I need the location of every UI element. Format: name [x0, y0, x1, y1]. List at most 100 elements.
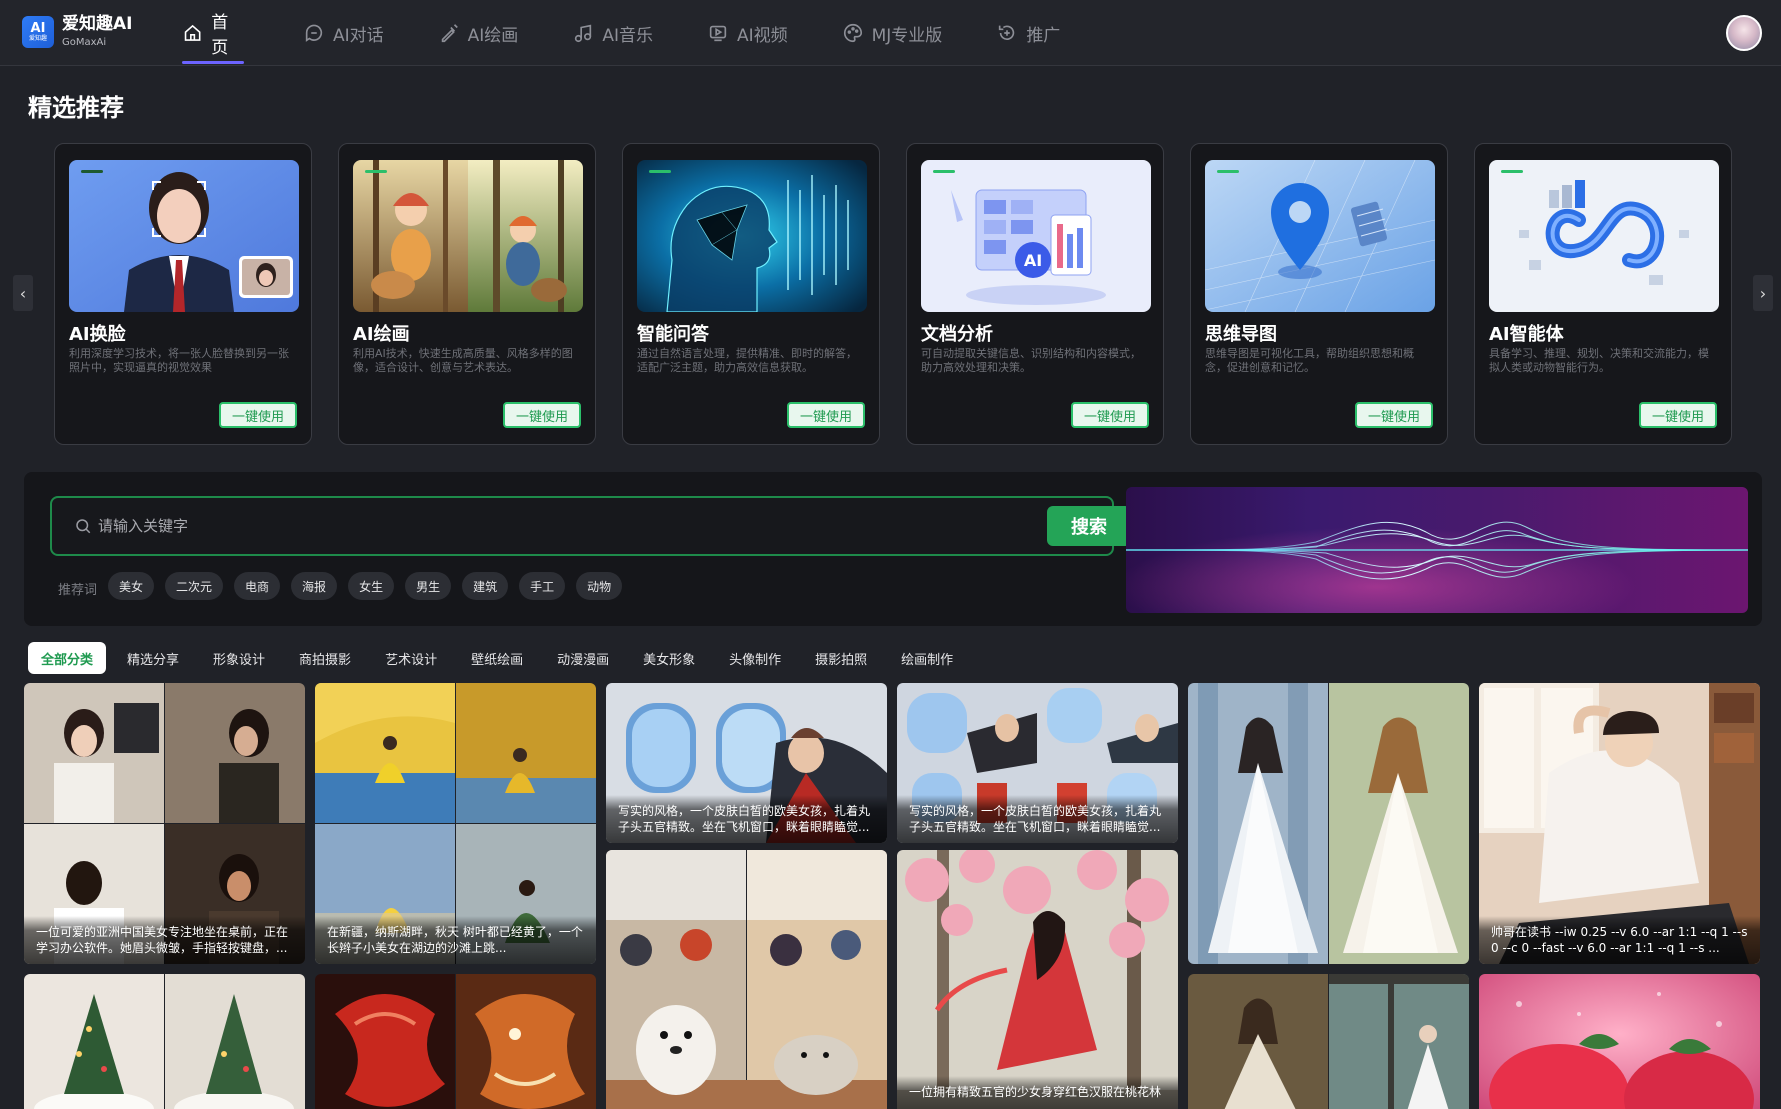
chat-icon: [305, 24, 323, 42]
search-input[interactable]: [98, 512, 998, 540]
music-icon: [575, 24, 592, 43]
feature-card-ai-agent[interactable]: AI智能体 具备学习、推理、规划、决策和交流能力，模拟人类或动物智能行为。 一键…: [1474, 143, 1732, 445]
logo-badge-text: AI: [30, 21, 46, 36]
gallery-item[interactable]: 一位可爱的亚洲中国美女专注地坐在桌前，正在学习办公软件。她眉头微皱，手指轻按键盘…: [24, 683, 305, 964]
hot-tag[interactable]: 建筑: [462, 572, 509, 600]
carousel-prev-button[interactable]: ‹: [13, 275, 33, 311]
category-tab[interactable]: 美女形象: [630, 642, 708, 674]
logo-badge-subtext: 爱知趣: [28, 35, 47, 42]
user-avatar[interactable]: [1726, 15, 1762, 51]
hot-word-tags: 美女 二次元 电商 海报 女生 男生 建筑 手工 动物: [108, 572, 633, 600]
hot-tag[interactable]: 电商: [234, 572, 281, 600]
nav-label: 推广: [1026, 25, 1061, 46]
card-description: 具备学习、推理、规划、决策和交流能力，模拟人类或动物智能行为。: [1489, 347, 1709, 374]
gallery-item[interactable]: [1188, 974, 1469, 1109]
card-tag-mark: [649, 170, 671, 173]
category-tab[interactable]: 摄影拍照: [802, 642, 880, 674]
nav-home[interactable]: 首页: [182, 0, 244, 66]
logo[interactable]: AI 爱知趣 爱知趣AI GoMaxAi: [22, 14, 132, 50]
nav-mj-pro[interactable]: MJ专业版: [842, 0, 943, 66]
carousel-next-button[interactable]: ›: [1753, 275, 1773, 311]
card-tag-mark: [1501, 170, 1523, 173]
card-use-button[interactable]: 一键使用: [1639, 402, 1717, 428]
gallery-item[interactable]: [606, 850, 887, 1109]
feature-card-ai-paint[interactable]: AI绘画 利用AI技术，快速生成高质量、风格多样的图像，适合设计、创意与艺术表达…: [338, 143, 596, 445]
category-tab[interactable]: 头像制作: [716, 642, 794, 674]
card-tag-mark: [1217, 170, 1239, 173]
gallery-item[interactable]: 写实的风格，一个皮肤白皙的欧美女孩，扎着丸子头五官精致。坐在飞机窗口，眯着眼睛瞌…: [897, 683, 1178, 843]
card-image: [1205, 160, 1435, 312]
card-use-button[interactable]: 一键使用: [1355, 402, 1433, 428]
feature-card-mind-map[interactable]: 思维导图 思维导图是可视化工具，帮助组织思想和概念，促进创意和记忆。 一键使用: [1190, 143, 1448, 445]
feature-card-face-swap[interactable]: AI换脸 利用深度学习技术，将一张人脸替换到另一张照片中，实现逼真的视觉效果 一…: [54, 143, 312, 445]
feature-card-doc-analysis[interactable]: AI 文档分析 可自动提取关键信息、识别结构和内容模式，助力高效处理和决策。 一…: [906, 143, 1164, 445]
hot-tag[interactable]: 女生: [348, 572, 395, 600]
card-description: 利用深度学习技术，将一张人脸替换到另一张照片中，实现逼真的视觉效果: [69, 347, 289, 374]
nav-label: MJ专业版: [871, 25, 943, 46]
sound-wave-banner: [1126, 487, 1748, 613]
gallery-item[interactable]: [24, 974, 305, 1109]
promote-icon: [999, 25, 1015, 41]
category-tab[interactable]: 动漫漫画: [544, 642, 622, 674]
card-description: 思维导图是可视化工具，帮助组织思想和概念，促进创意和记忆。: [1205, 347, 1414, 374]
hot-tag[interactable]: 男生: [405, 572, 452, 600]
nav-ai-video[interactable]: AI视频: [707, 0, 788, 66]
nav-ai-paint[interactable]: AI绘画: [438, 0, 518, 66]
card-use-button[interactable]: 一键使用: [1071, 402, 1149, 428]
gallery-caption: 一位拥有精致五官的少女身穿红色汉服在桃花林: [897, 1076, 1178, 1109]
home-icon: [184, 24, 201, 41]
category-tabs: 全部分类 精选分享 形象设计 商拍摄影 艺术设计 壁纸绘画 动漫漫画 美女形象 …: [28, 642, 974, 674]
card-description: 通过自然语言处理，提供精准、即时的解答，适配广泛主题，助力高效信息获取。: [637, 347, 857, 374]
category-tab[interactable]: 精选分享: [114, 642, 192, 674]
card-description: 利用AI技术，快速生成高质量、风格多样的图像，适合设计、创意与艺术表达。: [353, 347, 573, 374]
card-use-button[interactable]: 一键使用: [787, 402, 865, 428]
card-image: [637, 160, 867, 312]
hot-tag[interactable]: 手工: [519, 572, 566, 600]
category-tab[interactable]: 艺术设计: [372, 642, 450, 674]
card-title: 文档分析: [921, 324, 993, 345]
main-nav: 首页 AI对话 AI绘画 AI音乐 AI视频 MJ专业版 推广: [182, 0, 1060, 66]
card-use-button[interactable]: 一键使用: [219, 402, 297, 428]
brand-subtitle: GoMaxAi: [62, 37, 107, 48]
card-image: [1489, 160, 1719, 312]
search-box: 搜索: [50, 496, 1131, 556]
image-gallery: 一位可爱的亚洲中国美女专注地坐在桌前，正在学习办公软件。她眉头微皱，手指轻按键盘…: [24, 683, 1762, 1109]
card-tag-mark: [81, 170, 103, 173]
nav-label: AI视频: [736, 25, 788, 46]
nav-label: AI对话: [333, 25, 384, 46]
category-tab[interactable]: 壁纸绘画: [458, 642, 536, 674]
gallery-item[interactable]: [1479, 974, 1760, 1109]
gallery-item[interactable]: [315, 974, 596, 1109]
card-title: AI绘画: [353, 324, 410, 345]
card-title: AI智能体: [1489, 324, 1564, 345]
card-title: 思维导图: [1205, 324, 1277, 345]
hot-tag[interactable]: 动物: [576, 572, 623, 600]
chevron-right-icon: ›: [1759, 283, 1767, 303]
hot-tag[interactable]: 二次元: [165, 572, 224, 600]
hot-tag[interactable]: 海报: [291, 572, 338, 600]
nav-ai-music[interactable]: AI音乐: [572, 0, 653, 66]
category-tab[interactable]: 形象设计: [200, 642, 278, 674]
gallery-item[interactable]: [1188, 683, 1469, 964]
card-image: AI: [921, 160, 1151, 312]
gallery-caption: 一位可爱的亚洲中国美女专注地坐在桌前，正在学习办公软件。她眉头微皱，手指轻按键盘…: [24, 916, 305, 964]
category-tab-all[interactable]: 全部分类: [28, 642, 107, 674]
nav-promote[interactable]: 推广: [996, 0, 1060, 66]
feature-card-smart-qa[interactable]: 智能问答 通过自然语言处理，提供精准、即时的解答，适配广泛主题，助力高效信息获取…: [622, 143, 880, 445]
card-use-button[interactable]: 一键使用: [503, 402, 581, 428]
category-tab[interactable]: 绘画制作: [888, 642, 966, 674]
nav-ai-chat[interactable]: AI对话: [303, 0, 384, 66]
category-tab[interactable]: 商拍摄影: [286, 642, 364, 674]
gallery-item[interactable]: 在新疆，纳斯湖畔，秋天 树叶都已经黄了，一个长辫子小美女在湖边的沙滩上跳...: [315, 683, 596, 964]
gallery-item[interactable]: 写实的风格，一个皮肤白皙的欧美女孩，扎着丸子头五官精致。坐在飞机窗口，眯着眼睛瞌…: [606, 683, 887, 843]
card-title: 智能问答: [637, 324, 709, 345]
search-button[interactable]: 搜索: [1047, 506, 1131, 546]
gallery-caption: 帅哥在读书 --iw 0.25 --v 6.0 --ar 1:1 --q 1 -…: [1479, 916, 1760, 964]
chevron-left-icon: ‹: [19, 283, 27, 303]
gallery-caption: 写实的风格，一个皮肤白皙的欧美女孩，扎着丸子头五官精致。坐在飞机窗口，眯着眼睛瞌…: [606, 795, 887, 843]
gallery-item[interactable]: 一位拥有精致五官的少女身穿红色汉服在桃花林: [897, 850, 1178, 1109]
hot-tag[interactable]: 美女: [108, 572, 155, 600]
gallery-item[interactable]: 帅哥在读书 --iw 0.25 --v 6.0 --ar 1:1 --q 1 -…: [1479, 683, 1760, 964]
card-image: [69, 160, 299, 312]
card-image: [353, 160, 583, 312]
